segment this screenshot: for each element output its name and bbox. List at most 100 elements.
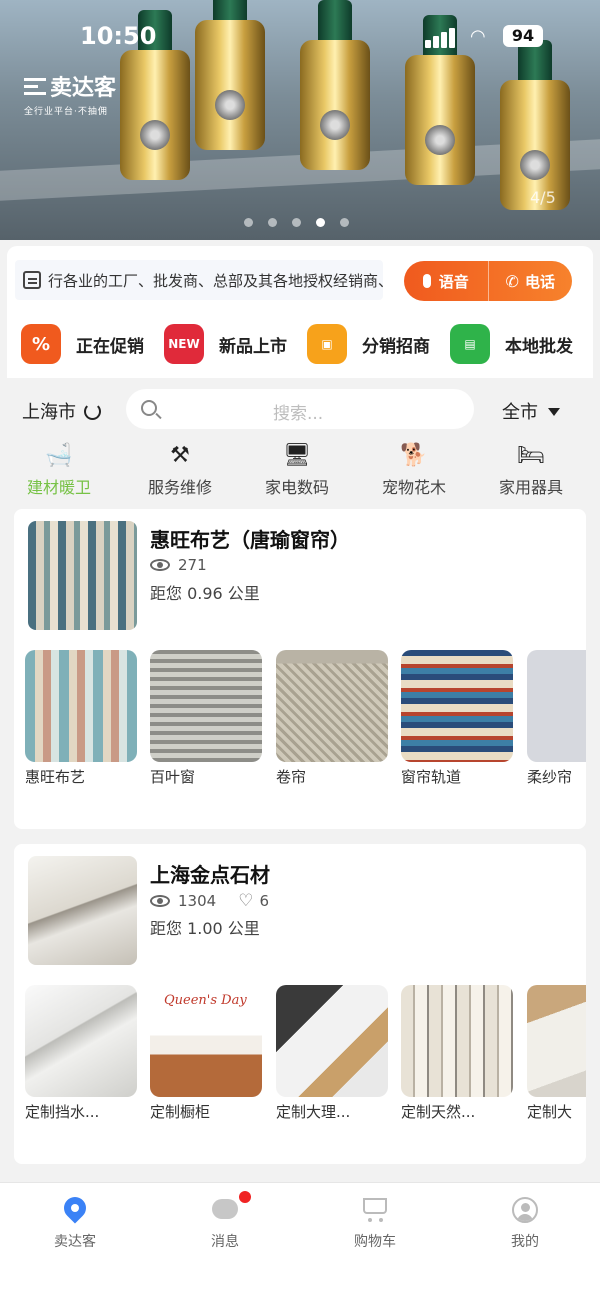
register-icon: ▤ [450, 324, 490, 364]
unread-badge [239, 1191, 251, 1203]
product-image [150, 650, 262, 762]
shortcut-distribution[interactable]: ▣ 分销招商 [307, 324, 430, 364]
product-card[interactable]: Queen's Day 定制橱柜 [150, 985, 262, 1122]
announcement-icon [23, 271, 41, 289]
view-count: 1304 [178, 892, 217, 910]
contact-buttons: 语音 ✆ 电话 [404, 261, 572, 301]
product-card[interactable]: 定制大 [527, 985, 586, 1122]
product-image [401, 650, 513, 762]
shop-distance: 距您 0.96 公里 [150, 584, 260, 603]
signal-icon [425, 28, 457, 48]
dog-icon: 🐕 [400, 443, 428, 468]
city-selector[interactable]: 上海市 [22, 398, 101, 424]
favorite-heart-icon[interactable]: ♡ [238, 891, 253, 911]
category-electronics[interactable]: 🖥 家电数码 [242, 442, 352, 498]
product-card[interactable]: 定制大理... [276, 985, 388, 1122]
carousel-dot[interactable] [340, 218, 349, 227]
phone-button[interactable]: ✆ 电话 [487, 261, 573, 301]
voice-button[interactable]: 语音 [404, 261, 488, 301]
product-strip[interactable]: 惠旺布艺 百叶窗 卷帘 窗帘轨道 柔纱帘 [25, 650, 586, 800]
tab-profile[interactable]: 我的 [475, 1195, 575, 1251]
product-image [276, 985, 388, 1097]
view-count: 271 [178, 556, 207, 574]
product-card[interactable]: 卷帘 [276, 650, 388, 787]
new-icon: NEW [164, 324, 204, 364]
refresh-location-icon[interactable] [84, 403, 101, 420]
product-card[interactable]: 惠旺布艺 [25, 650, 137, 787]
eye-icon [150, 895, 170, 907]
top-card: 行各业的工厂、批发商、总部及其各地授权经销商、个 语音 ✆ 电话 % 正在促销 N… [7, 246, 593, 378]
briefcase-icon: ▣ [307, 324, 347, 364]
shortcut-row: % 正在促销 NEW 新品上市 ▣ 分销招商 ▤ 本地批发 [7, 320, 593, 368]
category-repair-services[interactable]: ⚒ 服务维修 [125, 442, 235, 498]
bottom-tab-bar: 卖达客 消息 购物车 我的 [0, 1182, 600, 1299]
wifi-icon: ◠ [470, 26, 486, 47]
product-image [527, 650, 586, 762]
category-building-materials[interactable]: 🛁 建材暖卫 [4, 442, 114, 498]
shop-stats: 271 [150, 556, 207, 574]
tab-home[interactable]: 卖达客 [25, 1192, 125, 1251]
bathtub-icon: 🛁 [45, 443, 73, 468]
chat-bubble-icon [212, 1199, 238, 1219]
shop-distance: 距您 1.00 公里 [150, 919, 260, 938]
shop-name[interactable]: 上海金点石材 [150, 859, 270, 888]
brand-logo: 卖达客 全行业平台·不抽佣 [24, 76, 117, 117]
eye-icon [150, 559, 170, 571]
tools-icon: ⚒ [170, 443, 190, 468]
carousel-dot-active[interactable] [316, 218, 325, 227]
product-image [25, 985, 137, 1097]
monitor-icon: 🖥 [283, 443, 311, 468]
shop-card[interactable]: 惠旺布艺（唐瑜窗帘） 271 距您 0.96 公里 惠旺布艺 百叶窗 卷帘 窗帘… [14, 509, 586, 829]
product-card[interactable]: 柔纱帘 [527, 650, 586, 787]
shortcut-local-wholesale[interactable]: ▤ 本地批发 [450, 324, 573, 364]
cart-icon [363, 1198, 387, 1222]
logo-slogan: 全行业平台·不抽佣 [24, 107, 108, 117]
category-household[interactable]: 🛏 家用器具 [476, 442, 586, 498]
shortcut-new-arrivals[interactable]: NEW 新品上市 [164, 324, 287, 364]
search-input[interactable]: 搜索... [126, 389, 474, 429]
product-image: Queen's Day [150, 985, 262, 1097]
carousel-dot[interactable] [292, 218, 301, 227]
microphone-icon [422, 274, 431, 288]
banner-pager: 4/5 [530, 188, 556, 207]
product-image [276, 650, 388, 762]
search-placeholder: 搜索... [273, 404, 324, 424]
status-bar: 10:50 ◠ 94 [0, 22, 600, 54]
product-strip[interactable]: 定制挡水... Queen's Day 定制橱柜 定制大理... 定制天然...… [25, 985, 586, 1135]
product-card[interactable]: 百叶窗 [150, 650, 262, 787]
user-icon [512, 1197, 538, 1223]
shop-thumbnail[interactable] [28, 521, 137, 630]
shop-card[interactable]: 上海金点石材 1304 ♡ 6 距您 1.00 公里 定制挡水... Queen… [14, 844, 586, 1164]
product-card[interactable]: 窗帘轨道 [401, 650, 513, 787]
percent-icon: % [21, 324, 61, 364]
product-image [25, 650, 137, 762]
product-card[interactable]: 定制天然... [401, 985, 513, 1122]
carousel-dot[interactable] [244, 218, 253, 227]
announcement-bar[interactable]: 行各业的工厂、批发商、总部及其各地授权经销商、个 [15, 260, 383, 300]
carousel-dot[interactable] [268, 218, 277, 227]
region-dropdown[interactable]: 全市 [502, 398, 560, 424]
tab-messages[interactable]: 消息 [175, 1191, 275, 1251]
product-image [401, 985, 513, 1097]
shop-thumbnail[interactable] [28, 856, 137, 965]
bed-icon: 🛏 [517, 443, 545, 468]
phone-icon: ✆ [505, 271, 519, 291]
carousel-dots[interactable] [244, 212, 364, 227]
tab-cart[interactable]: 购物车 [325, 1195, 425, 1251]
location-pin-icon [59, 1192, 91, 1224]
like-count: 6 [259, 892, 269, 910]
category-tabs: 🛁 建材暖卫 ⚒ 服务维修 🖥 家电数码 🐕 宠物花木 🛏 家用器具 [0, 442, 600, 498]
shortcut-promotion[interactable]: % 正在促销 [21, 324, 144, 364]
category-pets-plants[interactable]: 🐕 宠物花木 [359, 442, 469, 498]
shop-name[interactable]: 惠旺布艺（唐瑜窗帘） [150, 524, 350, 553]
search-icon [141, 400, 157, 416]
status-time: 10:50 [80, 22, 157, 50]
announcement-text: 行各业的工厂、批发商、总部及其各地授权经销商、个 [48, 272, 383, 290]
promo-banner[interactable]: 10:50 ◠ 94 卖达客 全行业平台·不抽佣 4/5 [0, 0, 600, 240]
product-image [527, 985, 586, 1097]
battery-icon: 94 [503, 25, 543, 47]
shop-stats: 1304 ♡ 6 [150, 891, 269, 911]
product-card[interactable]: 定制挡水... [25, 985, 137, 1122]
logo-mark-icon [24, 76, 46, 96]
caret-down-icon [548, 408, 560, 416]
